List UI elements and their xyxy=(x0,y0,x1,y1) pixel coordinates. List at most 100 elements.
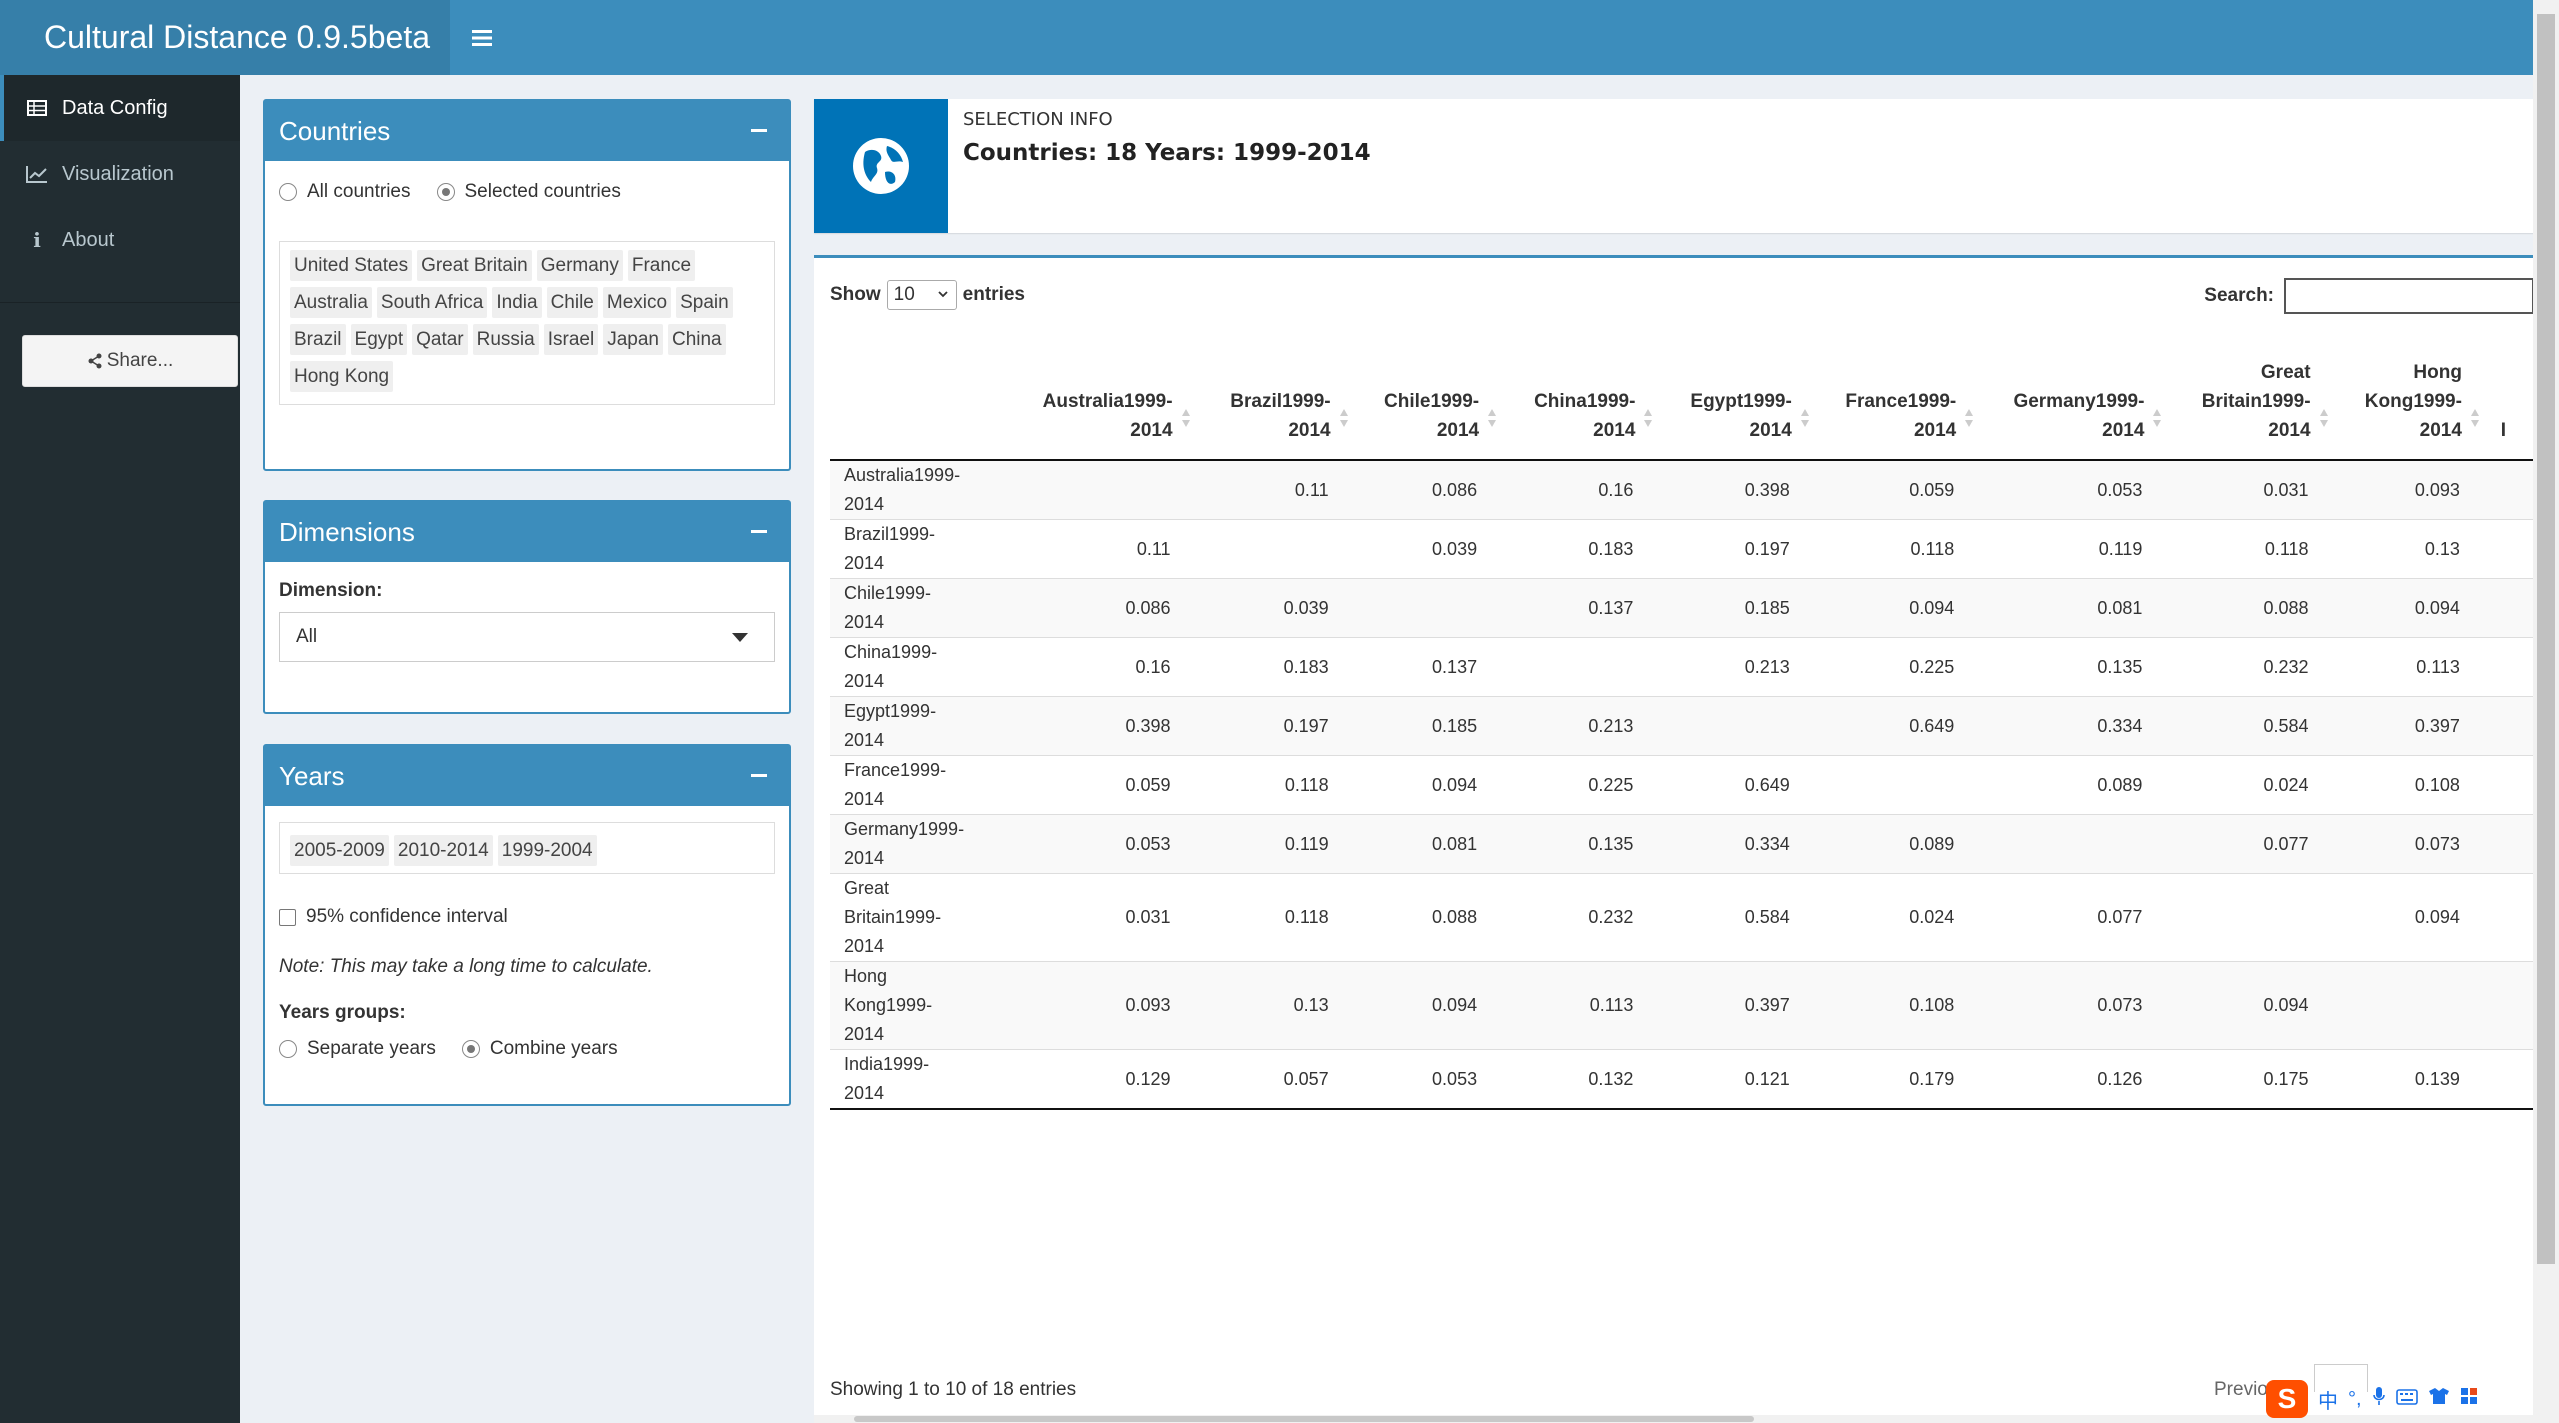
line-chart-icon xyxy=(26,164,48,184)
table-row[interactable]: Hong Kong1999-2014 0.093 0.13 0.094 0.113 0.3… xyxy=(830,961,2534,1050)
country-tag[interactable]: Australia xyxy=(290,287,372,318)
keyboard-icon[interactable] xyxy=(2395,1388,2418,1411)
vertical-scrollbar-thumb[interactable] xyxy=(2537,14,2555,1264)
table-cell: 0.584 xyxy=(2172,696,2339,756)
country-tag[interactable]: Egypt xyxy=(350,324,408,355)
search-input[interactable] xyxy=(2284,278,2534,314)
previous-page-button[interactable]: Previo xyxy=(2214,1379,2268,1401)
column-header[interactable]: Brazil1999-2014 xyxy=(1200,328,1359,461)
table-cell: 0.039 xyxy=(1358,519,1508,579)
year-tag[interactable]: 2005-2009 xyxy=(290,835,389,866)
column-header[interactable]: I xyxy=(2489,328,2534,461)
app-title[interactable]: Cultural Distance 0.9.5beta xyxy=(0,0,450,75)
sort-icon xyxy=(1339,409,1348,427)
sort-icon xyxy=(1488,409,1497,427)
country-tag[interactable]: Hong Kong xyxy=(290,361,394,392)
toolbox-grid-icon[interactable] xyxy=(2460,1387,2478,1411)
table-icon xyxy=(26,98,48,118)
country-tag[interactable]: China xyxy=(667,324,726,355)
table-cell: 0.053 xyxy=(1358,1049,1508,1110)
country-tag[interactable]: United States xyxy=(290,250,413,281)
table-row[interactable]: Germany1999-2014 0.053 0.119 0.081 0.135 0.33… xyxy=(830,814,2534,874)
year-tag[interactable]: 2010-2014 xyxy=(393,835,493,866)
column-header[interactable]: Chile1999-2014 xyxy=(1358,328,1508,461)
column-header[interactable]: Germany1999-2014 xyxy=(1984,328,2173,461)
collapse-icon[interactable] xyxy=(751,766,769,784)
table-row[interactable]: Egypt1999-2014 0.398 0.197 0.185 0.213 0.649 0… xyxy=(830,696,2534,756)
column-header-label: France1999-2014 xyxy=(1845,391,1957,441)
country-tag[interactable]: Qatar xyxy=(412,324,468,355)
search-control: Search: xyxy=(2204,278,2534,314)
country-multiselect[interactable]: United States Great Britain Germany France A… xyxy=(279,241,775,405)
column-header[interactable]: Great Britain1999-2014 xyxy=(2172,328,2339,461)
sidebar: Data Config Visualization i About Share.… xyxy=(0,75,240,1423)
page-length-select[interactable]: 10 xyxy=(886,280,957,310)
radio-separate-years[interactable] xyxy=(279,1040,297,1058)
row-label-cell: India1999-2014 xyxy=(830,1049,995,1110)
radio-selected-countries[interactable] xyxy=(436,183,455,201)
country-tag[interactable]: South Africa xyxy=(376,287,488,318)
table-row[interactable]: Australia1999-2014 0.11 0.086 0.16 0.398 0.05… xyxy=(830,459,2534,520)
column-header-label: Egypt1999-2014 xyxy=(1690,391,1792,441)
column-header[interactable]: Hong Kong1999-2014 xyxy=(2338,328,2490,461)
share-button[interactable]: Share... xyxy=(22,335,238,387)
table-row[interactable]: India1999-2014 0.129 0.057 0.053 0.132 0.121 0… xyxy=(830,1049,2534,1110)
sort-icon xyxy=(2319,409,2328,427)
radio-combine-years[interactable] xyxy=(461,1040,480,1058)
table-cell: 0.088 xyxy=(2172,578,2339,638)
table-cell: 0.225 xyxy=(1819,637,1985,697)
country-tag[interactable]: Israel xyxy=(543,324,599,355)
country-tag[interactable]: Great Britain xyxy=(417,250,532,281)
ci-checkbox[interactable] xyxy=(279,908,296,926)
table-cell: 0.031 xyxy=(994,873,1201,962)
collapse-icon[interactable] xyxy=(751,121,769,139)
years-multiselect[interactable]: 2005-2009 2010-2014 1999-2004 xyxy=(279,822,775,874)
radio-selected-countries-label: Selected countries xyxy=(464,181,621,202)
country-tag[interactable]: India xyxy=(492,287,542,318)
country-tag[interactable]: Russia xyxy=(472,324,539,355)
table-row[interactable]: Brazil1999-2014 0.11 0.039 0.183 0.197 0.118 0… xyxy=(830,519,2534,579)
vertical-scrollbar[interactable] xyxy=(2533,0,2559,1423)
collapse-icon[interactable] xyxy=(751,522,769,540)
column-header-label: Chile1999-2014 xyxy=(1384,391,1480,441)
entries-label: entries xyxy=(962,284,1025,305)
table-cell: 0.119 xyxy=(1984,519,2173,579)
punctuation-icon[interactable]: °, xyxy=(2348,1388,2362,1411)
country-tag[interactable]: Brazil xyxy=(290,324,346,355)
table-cell: 0.089 xyxy=(1819,814,1985,874)
table-cell: 0.16 xyxy=(994,637,1201,697)
chevron-down-icon xyxy=(938,291,948,298)
sidebar-item-visualization[interactable]: Visualization xyxy=(0,141,240,207)
ime-language-toggle[interactable]: 中 xyxy=(2318,1385,2338,1414)
microphone-icon[interactable] xyxy=(2372,1386,2386,1412)
country-tag[interactable]: Chile xyxy=(546,287,598,318)
table-row[interactable]: China1999-2014 0.16 0.183 0.137 0.213 0.225 0.… xyxy=(830,637,2534,697)
sidebar-toggle-button[interactable] xyxy=(450,0,514,75)
sidebar-item-data-config[interactable]: Data Config xyxy=(0,75,240,141)
column-header[interactable]: Egypt1999-2014 xyxy=(1663,328,1820,461)
radio-all-countries[interactable] xyxy=(279,183,297,201)
sidebar-item-label: Visualization xyxy=(62,162,174,185)
table-row[interactable]: Chile1999-2014 0.086 0.039 0.137 0.185 0.094 0… xyxy=(830,578,2534,638)
country-tag[interactable]: Mexico xyxy=(602,287,672,318)
table-row[interactable]: France1999-2014 0.059 0.118 0.094 0.225 0.649… xyxy=(830,755,2534,815)
country-tag[interactable]: Spain xyxy=(676,287,733,318)
countries-box-header: Countries xyxy=(265,101,789,161)
table-cell: 0.073 xyxy=(2338,814,2490,874)
dimension-select[interactable]: All xyxy=(279,612,775,662)
table-cell: 0.397 xyxy=(1663,961,1820,1050)
country-tag[interactable]: Germany xyxy=(536,250,623,281)
sidebar-item-label: Data Config xyxy=(62,96,168,119)
column-header[interactable]: China1999-2014 xyxy=(1507,328,1664,461)
column-header[interactable]: France1999-2014 xyxy=(1819,328,1985,461)
country-tag[interactable]: Japan xyxy=(603,324,663,355)
column-header[interactable]: Australia1999-2014 xyxy=(994,328,1201,461)
sidebar-item-about[interactable]: i About xyxy=(0,207,240,273)
year-tag[interactable]: 1999-2004 xyxy=(497,835,597,866)
country-tag[interactable]: France xyxy=(627,250,696,281)
table-header-row: Australia1999-2014 Brazil1999-2014 Chile19… xyxy=(830,328,2534,461)
sogou-logo-icon[interactable]: S xyxy=(2266,1380,2308,1418)
skin-icon[interactable] xyxy=(2428,1387,2450,1411)
table-row[interactable]: Great Britain1999-2014 0.031 0.118 0.088 0.2… xyxy=(830,873,2534,962)
horizontal-scrollbar-thumb[interactable] xyxy=(854,1416,1754,1422)
